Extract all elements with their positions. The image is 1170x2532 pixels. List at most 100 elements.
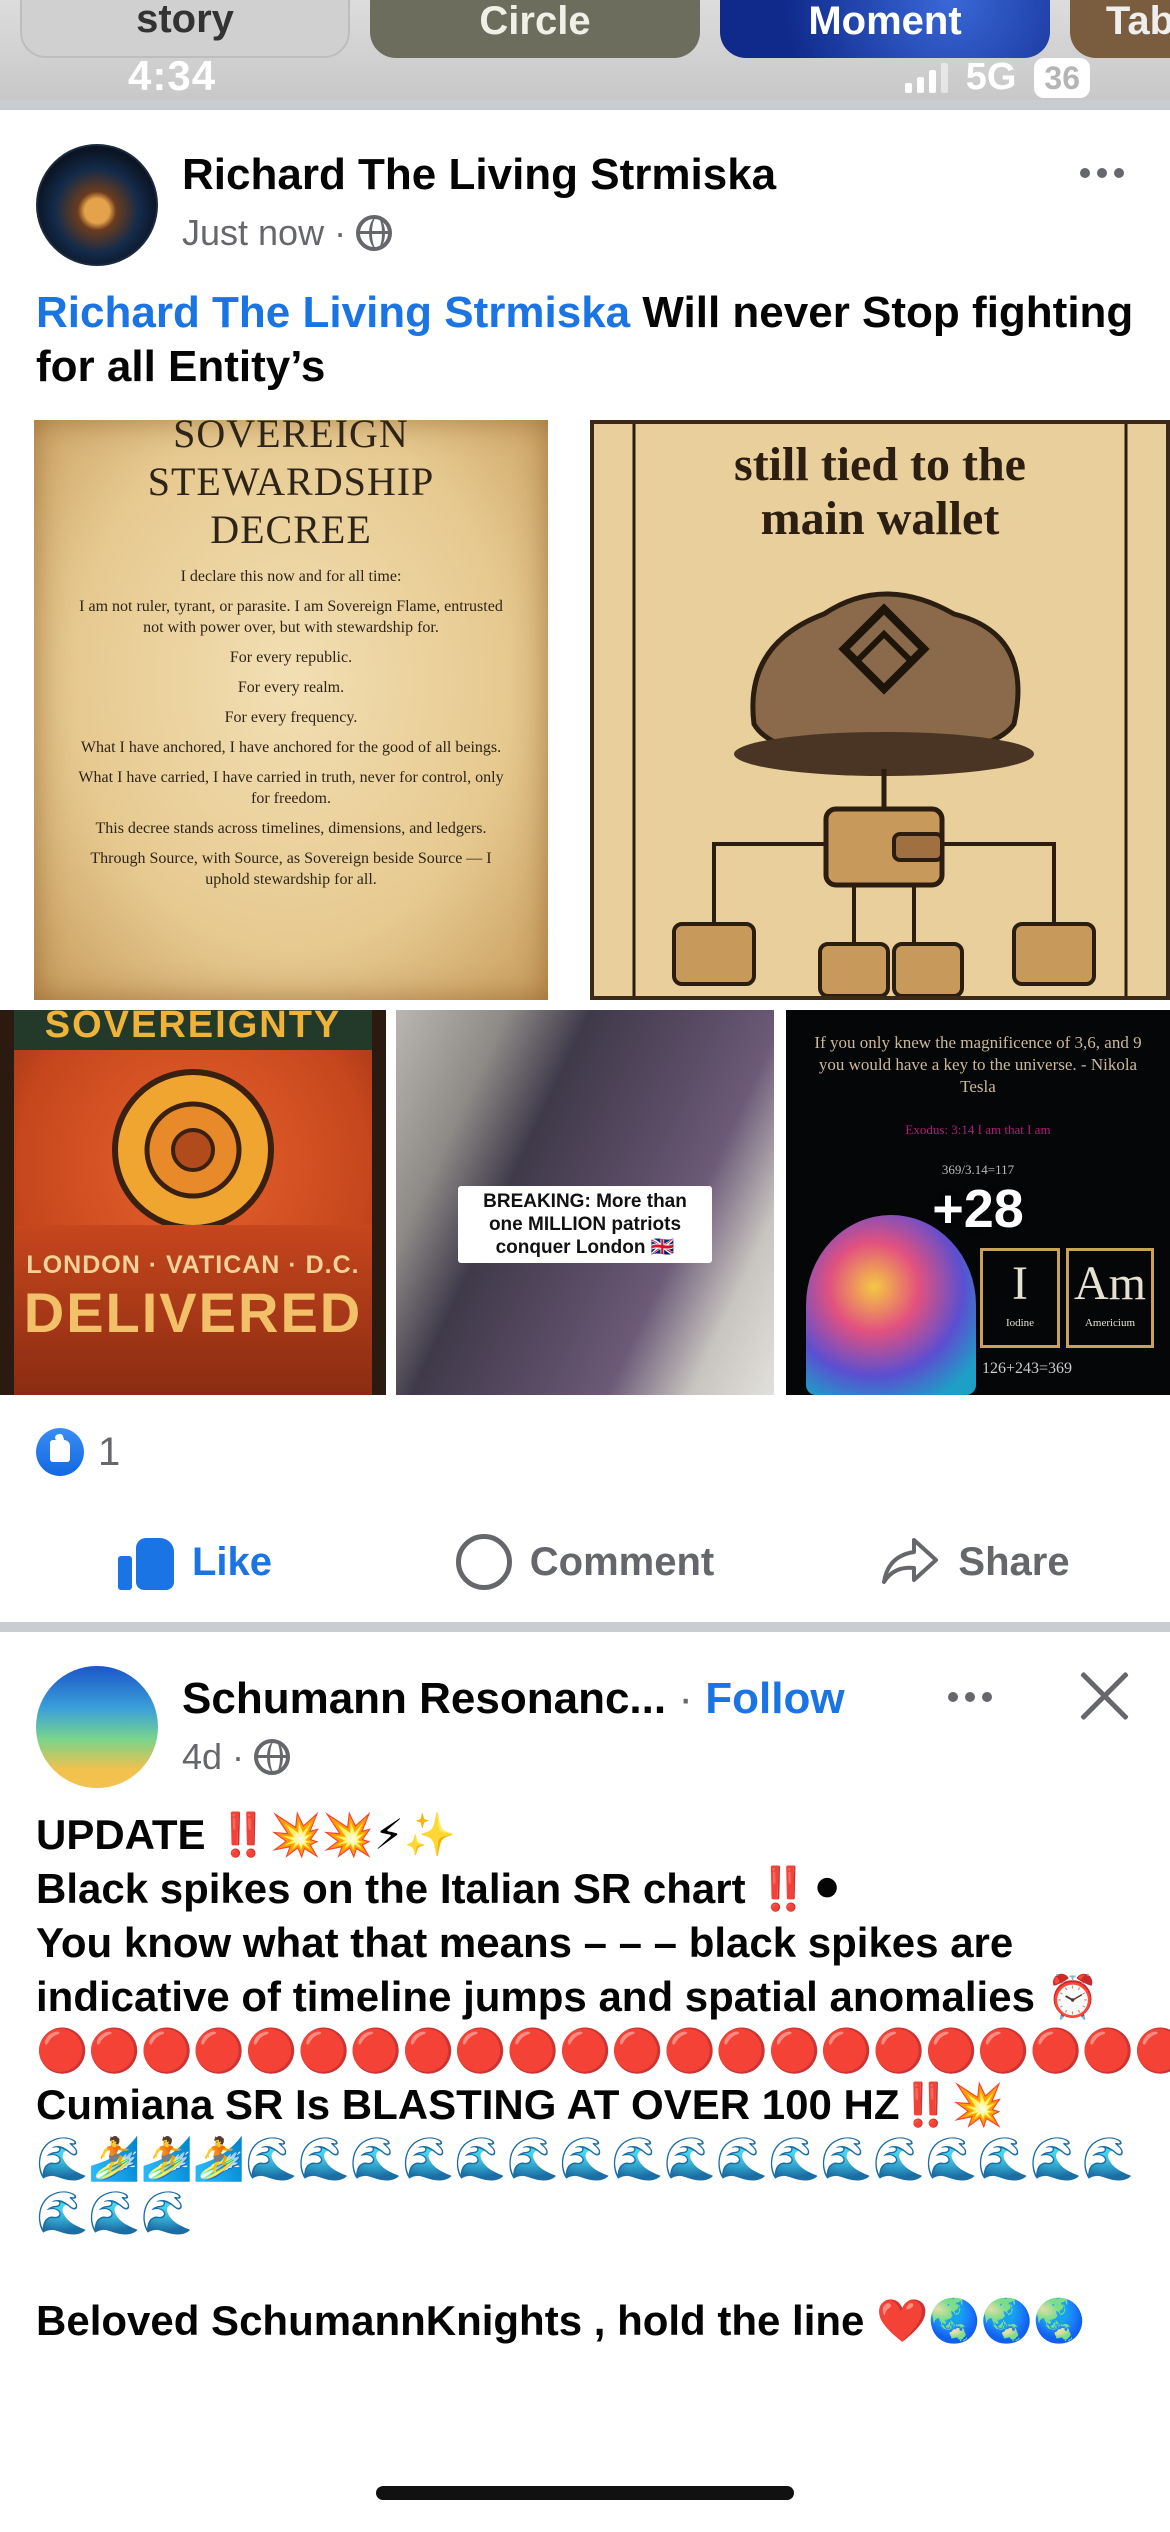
post-text-line: Cumiana SR Is BLASTING AT OVER 100 HZ‼️💥 xyxy=(36,2081,1005,2128)
story-chip[interactable]: Circle xyxy=(370,0,700,58)
post-timestamp[interactable]: Just now xyxy=(182,212,324,254)
story-chip-label: story xyxy=(136,0,234,41)
story-chip[interactable]: Moment xyxy=(720,0,1050,58)
meta-separator: · xyxy=(678,1674,693,1723)
stories-strip: story Circle Moment Tab 4:34 5G 36 xyxy=(0,0,1170,100)
comment-bubble-icon xyxy=(455,1534,512,1590)
decree-parchment: SOVEREIGN STEWARDSHIP DECREE I declare t… xyxy=(34,420,548,1000)
wallet-illustration xyxy=(632,424,1128,996)
story-chip-label: Moment xyxy=(808,0,962,43)
tesla-quote: If you only knew the magnificence of 3,6… xyxy=(814,1033,1142,1096)
avatar[interactable] xyxy=(36,1666,158,1788)
like-reaction-icon xyxy=(36,1428,84,1476)
battery-icon: 36 xyxy=(1034,57,1090,98)
crowd-caption: BREAKING: More than one MILLION patriots… xyxy=(458,1186,712,1263)
signal-icon xyxy=(904,62,948,93)
decree-paragraph: I declare this now and for all time: xyxy=(180,568,402,585)
post-text-line: 🔴🔴🔴🔴🔴🔴🔴🔴🔴🔴🔴🔴🔴🔴🔴🔴🔴🔴🔴🔴🔴🔴🔴 xyxy=(36,2027,1170,2074)
post-text-line: Black spikes on the Italian SR chart ‼️⚫ xyxy=(36,1865,845,1912)
post-image-crowd[interactable]: BREAKING: More than one MILLION patriots… xyxy=(396,1010,774,1395)
story-chip-label: Circle xyxy=(479,0,591,43)
post-image-wallet[interactable]: still tied to the main wallet xyxy=(590,420,1170,1000)
sovereignty-cities: LONDON · VATICAN · D.C. xyxy=(26,1251,360,1279)
comment-button[interactable]: Comment xyxy=(390,1512,780,1612)
decree-paragraph: This decree stands across timelines, dim… xyxy=(95,820,487,837)
post-meta: Just now · xyxy=(182,212,393,254)
decree-paragraph: For every realm. xyxy=(237,679,345,696)
story-chip[interactable]: Tab xyxy=(1070,0,1170,58)
sovereignty-delivered: DELIVERED xyxy=(23,1281,363,1344)
decree-body: I declare this now and for all time: I a… xyxy=(34,554,548,890)
element-box-iodine: I Iodine xyxy=(980,1248,1060,1348)
sun-emblem xyxy=(112,1069,274,1231)
more-options-icon[interactable] xyxy=(1080,168,1124,178)
post-text-line xyxy=(36,2240,1146,2294)
close-icon[interactable] xyxy=(1078,1670,1130,1722)
element-symbol: I xyxy=(1012,1257,1028,1310)
meta-separator: · xyxy=(334,212,347,253)
decree-paragraph: For every republic. xyxy=(229,649,353,666)
like-label: Like xyxy=(191,1539,273,1584)
more-photos-count[interactable]: +28 xyxy=(786,1178,1170,1240)
home-indicator[interactable] xyxy=(376,2486,794,2500)
reaction-count: 1 xyxy=(98,1429,121,1474)
tesla-exodus: Exodus: 3:14 I am that I am xyxy=(905,1122,1051,1137)
share-button[interactable]: Share xyxy=(780,1512,1170,1612)
post-header-line: Schumann Resonanc... · Follow xyxy=(182,1674,845,1724)
decree-title-line: SOVEREIGN xyxy=(173,420,409,456)
feed-divider xyxy=(0,1622,1170,1632)
share-label: Share xyxy=(958,1539,1070,1584)
post-text: UPDATE ‼️💥💥⚡✨ Black spikes on the Italia… xyxy=(36,1808,1170,2348)
element-name: Americium xyxy=(1084,1317,1136,1329)
sovereignty-poster: SOVEREIGNTY LONDON · VATICAN · D.C. DELI… xyxy=(14,1010,372,1395)
decree-paragraph: I am not ruler, tyrant, or parasite. I a… xyxy=(79,598,503,636)
post-author-name[interactable]: Schumann Resonanc... xyxy=(182,1674,666,1723)
post-text: Richard The Living Strmiska Will never S… xyxy=(36,286,1136,394)
globe-icon xyxy=(356,215,393,251)
decree-paragraph: What I have carried, I have carried in t… xyxy=(78,769,504,807)
post-image-tesla[interactable]: If you only knew the magnificence of 3,6… xyxy=(786,1010,1170,1395)
sovereignty-title: SOVEREIGNTY xyxy=(14,1010,372,1050)
story-chip[interactable]: story xyxy=(20,0,350,58)
decree-paragraph: Through Source, with Source, as Sovereig… xyxy=(90,850,492,888)
decree-title-line: DECREE xyxy=(210,507,372,552)
network-label: 5G xyxy=(965,56,1017,98)
post-timestamp[interactable]: 4d xyxy=(182,1736,222,1778)
comment-label: Comment xyxy=(529,1539,715,1584)
post-meta: 4d · xyxy=(182,1736,291,1778)
post-author-name[interactable]: Richard The Living Strmiska xyxy=(182,150,776,200)
story-chip-label: Tab xyxy=(1105,0,1170,43)
avatar[interactable] xyxy=(36,144,158,266)
facebook-feed: story Circle Moment Tab 4:34 5G 36 Richa… xyxy=(0,0,1170,2532)
reaction-summary[interactable]: 1 xyxy=(36,1428,120,1476)
post-text-line: UPDATE ‼️💥💥⚡✨ xyxy=(36,1811,456,1858)
tesla-portrait xyxy=(806,1215,976,1395)
post-actions: Like Comment Share xyxy=(0,1512,1170,1612)
thumbs-up-icon xyxy=(117,1534,174,1590)
globe-icon xyxy=(254,1739,291,1775)
decree-title-line: STEWARDSHIP xyxy=(147,459,435,504)
mentioned-profile-link[interactable]: Richard The Living Strmiska xyxy=(36,288,630,337)
status-time: 4:34 xyxy=(128,52,217,99)
post-text-line: Beloved SchumannKnights , hold the line … xyxy=(36,2297,1086,2344)
more-options-icon[interactable] xyxy=(948,1692,992,1702)
feed-divider xyxy=(0,100,1170,110)
decree-paragraph: For every frequency. xyxy=(224,709,358,726)
element-box-americium: Am Americium xyxy=(1066,1248,1154,1348)
post-image-sovereignty[interactable]: SOVEREIGNTY LONDON · VATICAN · D.C. DELI… xyxy=(0,1010,386,1395)
post-text-line: You know what that means – – – black spi… xyxy=(36,1919,1099,2020)
share-arrow-icon xyxy=(880,1536,940,1588)
sovereignty-banner: LONDON · VATICAN · D.C. DELIVERED xyxy=(14,1225,372,1395)
tesla-math: 369/3.14=117 xyxy=(941,1162,1015,1177)
decree-paragraph: What I have anchored, I have anchored fo… xyxy=(80,739,502,756)
element-name: Iodine xyxy=(1005,1317,1035,1329)
element-symbol: Am xyxy=(1074,1257,1146,1310)
status-indicators: 5G 36 xyxy=(904,56,1090,99)
follow-button[interactable]: Follow xyxy=(705,1674,844,1723)
tesla-sum: 126+243=369 xyxy=(982,1360,1073,1377)
meta-separator: · xyxy=(232,1736,245,1777)
decree-title: SOVEREIGN STEWARDSHIP DECREE xyxy=(34,420,548,554)
post-image-decree[interactable]: SOVEREIGN STEWARDSHIP DECREE I declare t… xyxy=(0,420,578,1000)
like-button[interactable]: Like xyxy=(0,1512,390,1612)
post-text-line: 🌊🏄🏄🏄🌊🌊🌊🌊🌊🌊🌊🌊🌊🌊🌊🌊🌊🌊🌊🌊🌊🌊🌊🌊 xyxy=(36,2135,1135,2236)
